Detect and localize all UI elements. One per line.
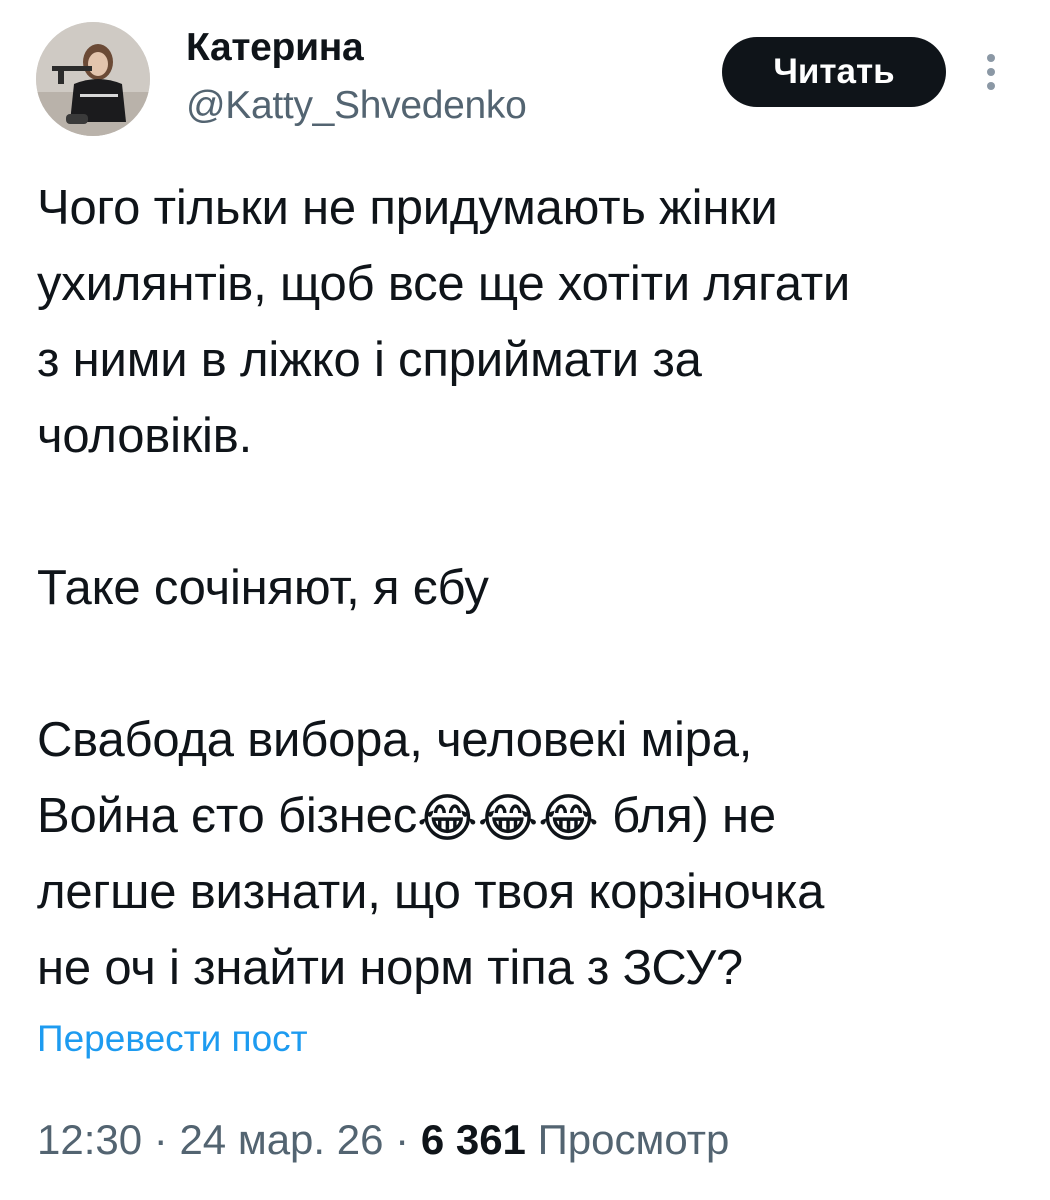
- tweet-paragraph: Свабода вибора, человекі міра,: [37, 713, 753, 767]
- tweet-paragraph: Таке сочіняют, я єбу: [37, 561, 489, 615]
- tweet-paragraph: легше визнати, що твоя корзіночка не оч …: [37, 865, 825, 995]
- tweet-meta: 12:30 · 24 мар. 26 · 6 361 Просмотр: [37, 1114, 729, 1166]
- meta-separator: ·: [142, 1116, 180, 1163]
- tweet-line: Война єто бізнес😂😂😂 бля) не: [37, 778, 1027, 854]
- views-label: Просмотр: [537, 1116, 730, 1163]
- tweet-date[interactable]: 24 мар. 26: [179, 1116, 383, 1163]
- vertical-dots-icon[interactable]: [976, 50, 1006, 94]
- author-name[interactable]: Катерина: [186, 24, 364, 72]
- tweet-text: Чого тільки не придумають жінки ухилянті…: [37, 170, 1027, 1006]
- tweet-text-segment: бля) не: [598, 789, 776, 843]
- tears-of-joy-emoji-icon: 😂: [538, 789, 599, 849]
- author-handle[interactable]: @Katty_Shvedenko: [186, 82, 527, 130]
- tweet: Катерина @Katty_Shvedenko Читать Чого ті…: [0, 0, 1050, 1200]
- tweet-time[interactable]: 12:30: [37, 1116, 142, 1163]
- avatar[interactable]: [36, 22, 150, 136]
- views-count: 6 361: [420, 1116, 526, 1163]
- follow-button[interactable]: Читать: [722, 37, 946, 107]
- translate-post-link[interactable]: Перевести пост: [37, 1016, 308, 1062]
- tweet-text-segment: Война єто бізнес: [37, 789, 418, 843]
- tweet-paragraph: Чого тільки не придумають жінки ухилянті…: [37, 181, 851, 463]
- tears-of-joy-emoji-icon: 😂: [477, 789, 539, 849]
- meta-separator: ·: [383, 1116, 421, 1163]
- tears-of-joy-emoji-icon: 😂: [417, 789, 478, 849]
